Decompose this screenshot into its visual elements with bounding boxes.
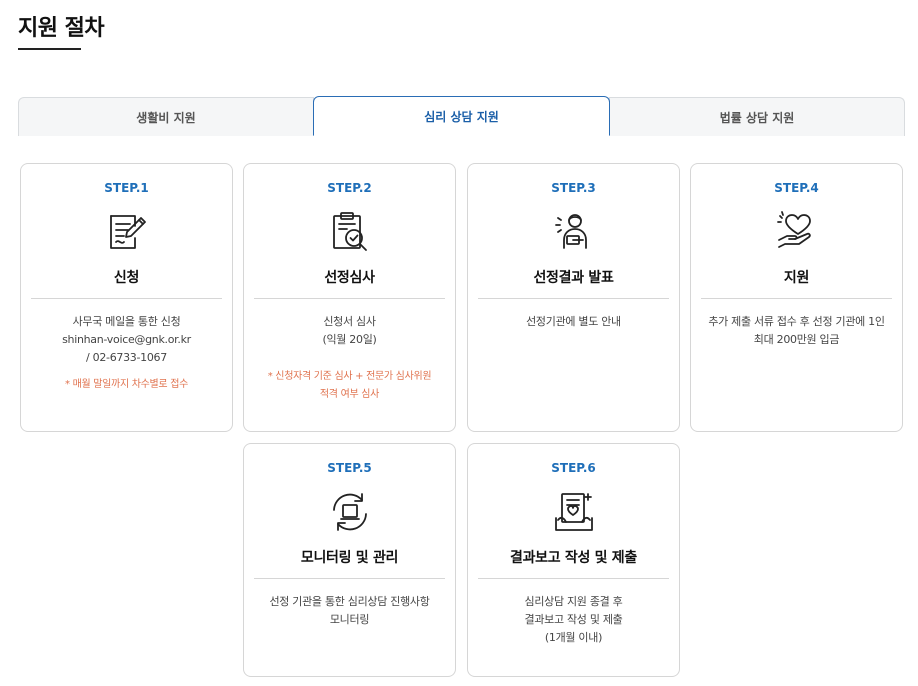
step-title: 선정심사 bbox=[324, 270, 375, 286]
divider bbox=[254, 298, 445, 299]
divider bbox=[478, 578, 669, 579]
step-note: * 신청자격 기준 심사 + 전문가 심사위원 적격 여부 심사 bbox=[267, 371, 432, 400]
title-underline bbox=[18, 48, 81, 50]
step-title: 결과보고 작성 및 제출 bbox=[510, 550, 637, 566]
divider bbox=[254, 578, 445, 579]
divider bbox=[701, 298, 892, 299]
heart-hand-icon bbox=[776, 211, 811, 248]
step-description: 추가 제출 서류 접수 후 선정 기관에 1인 최대 200만원 입금 bbox=[708, 315, 885, 346]
step-description: 신청서 심사 (익월 20일) bbox=[322, 315, 377, 346]
step-note: * 매월 말일까지 차수별로 접수 bbox=[64, 379, 188, 390]
step-label: STEP.2 bbox=[327, 181, 372, 195]
step-title: 지원 bbox=[783, 270, 810, 286]
step-card-1: STEP.1 신청 사무국 메일을 통한 신청 shinhan-voice@gn… bbox=[20, 163, 233, 432]
application-form-icon bbox=[109, 215, 146, 249]
divider bbox=[31, 298, 222, 299]
step-card-5: STEP.5 모니터링 및 관리 선정 기관을 통한 심리상담 진행사항 모니터… bbox=[243, 443, 456, 677]
step-label: STEP.6 bbox=[551, 461, 596, 475]
tab-living-support[interactable]: 생활비 지원 bbox=[18, 97, 314, 136]
step-description: 사무국 메일을 통한 신청 shinhan-voice@gnk.or.kr / … bbox=[62, 315, 191, 364]
step-description: 선정기관에 별도 안내 bbox=[526, 315, 621, 328]
page-title: 지원 절차 bbox=[18, 16, 105, 41]
step-card-6: STEP.6 결과보고 작성 및 제출 심리상담 지원 종결 후 결과보고 작성… bbox=[467, 443, 680, 677]
step-label: STEP.4 bbox=[774, 181, 819, 195]
step-title: 선정결과 발표 bbox=[533, 270, 614, 286]
support-tabs: 생활비 지원 심리 상담 지원 법률 상담 지원 bbox=[18, 96, 905, 136]
monitoring-cycle-icon bbox=[332, 493, 367, 531]
step-card-2: STEP.2 선정심사 신청서 심사 (익월 20일) * 신청자격 기준 심사… bbox=[243, 163, 456, 432]
step-title: 신청 bbox=[113, 270, 140, 286]
step-label: STEP.3 bbox=[551, 181, 596, 195]
step-title: 모니터링 및 관리 bbox=[300, 550, 399, 566]
clipboard-review-icon bbox=[332, 212, 367, 251]
report-submit-icon bbox=[554, 493, 593, 531]
tab-counseling-support[interactable]: 심리 상담 지원 bbox=[313, 96, 610, 136]
announcement-person-icon bbox=[554, 214, 587, 249]
divider bbox=[478, 298, 669, 299]
step-description: 선정 기관을 통한 심리상담 진행사항 모니터링 bbox=[269, 595, 430, 626]
tab-legal-support[interactable]: 법률 상담 지원 bbox=[609, 97, 905, 136]
step-label: STEP.5 bbox=[327, 461, 372, 475]
step-card-3: STEP.3 선정결과 발표 선정기관에 별도 안내 bbox=[467, 163, 680, 432]
step-description: 심리상담 지원 종결 후 결과보고 작성 및 제출 (1개월 이내) bbox=[524, 595, 623, 644]
step-label: STEP.1 bbox=[104, 181, 149, 195]
step-card-4: STEP.4 지원 추가 제출 서류 접수 후 선정 기관에 1인 최대 200… bbox=[690, 163, 903, 432]
